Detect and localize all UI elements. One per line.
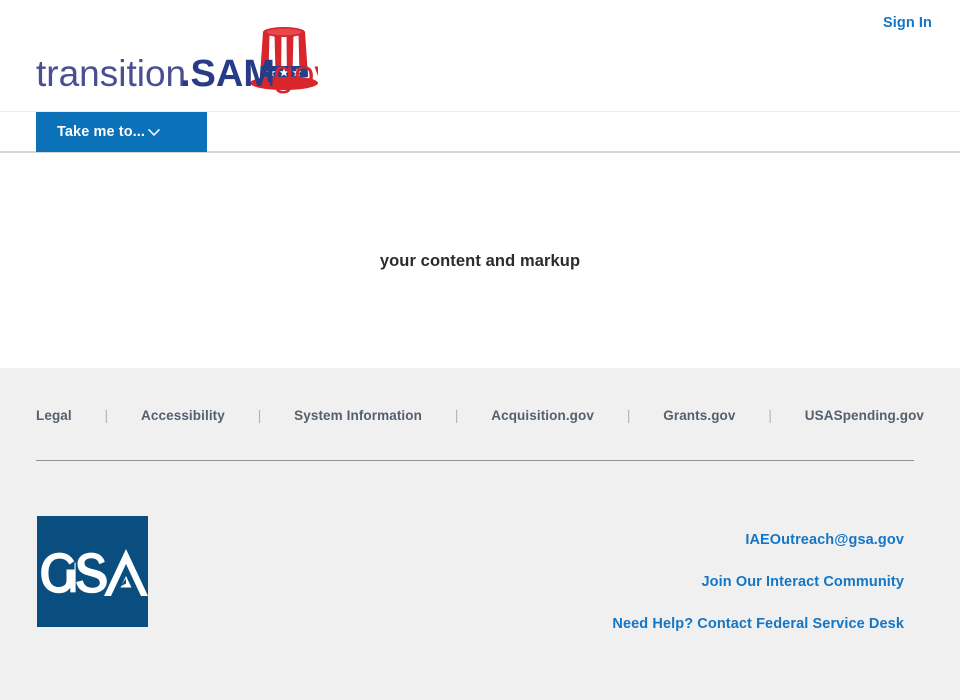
primary-nav-bar: Take me to...: [0, 111, 960, 153]
logo-text-transition: transition: [36, 53, 186, 94]
footer-link-legal[interactable]: Legal: [36, 408, 72, 423]
footer-link-row: Legal | Accessibility | System Information | A…: [36, 408, 924, 423]
main-content-area: your content and markup: [0, 153, 960, 368]
site-header: Sign In transition .SAM .go: [0, 0, 960, 111]
logo-text-sam: .SAM: [180, 53, 275, 95]
footer-link-separator: |: [104, 408, 109, 423]
footer-link-separator: |: [454, 408, 459, 423]
footer-link-acquisition-gov[interactable]: Acquisition.gov: [491, 408, 594, 423]
take-me-to-dropdown-button[interactable]: Take me to...: [36, 112, 207, 152]
chevron-down-icon: [148, 126, 160, 141]
take-me-to-label: Take me to...: [57, 124, 146, 140]
gsa-logo-svg: [37, 516, 148, 627]
footer-link-system-information[interactable]: System Information: [294, 408, 422, 423]
footer-link-separator: |: [257, 408, 262, 423]
footer-contact-link-1[interactable]: Join Our Interact Community: [612, 574, 904, 590]
placeholder-content-text: your content and markup: [379, 252, 581, 270]
footer-divider: [36, 460, 914, 461]
footer-contact-link-2[interactable]: Need Help? Contact Federal Service Desk: [612, 616, 904, 632]
footer-link-usaspending-gov[interactable]: USASpending.gov: [805, 408, 924, 423]
footer-link-separator: |: [626, 408, 631, 423]
footer-link-separator: |: [768, 408, 772, 423]
footer-contact-links: IAEOutreach@gsa.gov Join Our Interact Com…: [612, 532, 904, 632]
footer-contact-link-0[interactable]: IAEOutreach@gsa.gov: [612, 532, 904, 548]
gsa-logo[interactable]: [37, 516, 148, 627]
footer-link-accessibility[interactable]: Accessibility: [141, 408, 225, 423]
signin-container: Sign In: [883, 14, 932, 32]
logo-text-gov: .gov: [263, 53, 318, 94]
footer-link-grants-gov[interactable]: Grants.gov: [663, 408, 735, 423]
site-logo-transition-sam-gov[interactable]: transition .SAM .gov: [36, 14, 318, 100]
site-footer: Legal | Accessibility | System Information | A…: [0, 368, 960, 700]
logo-svg: transition .SAM .gov: [36, 27, 318, 95]
sign-in-link[interactable]: Sign In: [883, 15, 932, 31]
